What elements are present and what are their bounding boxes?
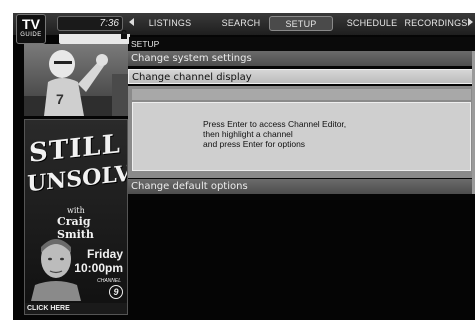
description-box: Press Enter to access Channel Editor, th… <box>132 102 471 171</box>
description-line: Press Enter to access Channel Editor, <box>203 119 347 129</box>
click-here-button[interactable]: CLICK HERE <box>25 303 127 314</box>
menu-item-change-default-options[interactable]: Change default options <box>128 179 475 194</box>
tab-schedule[interactable]: SCHEDULE <box>340 16 404 31</box>
live-video-preview[interactable]: 7 <box>24 44 128 116</box>
ad-air-time: 10:00pm <box>74 261 123 275</box>
ad-air-day: Friday <box>86 247 123 261</box>
description-panel: Press Enter to access Channel Editor, th… <box>128 86 475 178</box>
logo-text-guide: GUIDE <box>20 32 42 38</box>
menu-item-change-channel-display[interactable]: Change channel display <box>128 69 475 84</box>
svg-text:7: 7 <box>56 91 64 107</box>
tv-guide-screen: 7:36 LISTINGS SEARCH SETUP SCHEDULE RECO… <box>13 13 475 320</box>
tab-listings[interactable]: LISTINGS <box>137 16 203 31</box>
ad-channel-label: CHANNEL <box>97 278 121 284</box>
description-line: then highlight a channel <box>203 129 293 139</box>
ad-with-text: with <box>67 206 85 215</box>
description-line: and press Enter for options <box>203 139 306 149</box>
nav-left-arrow-icon[interactable] <box>129 18 134 26</box>
lock-icon <box>121 30 127 39</box>
tab-recordings[interactable]: RECORDINGS <box>404 16 468 31</box>
logo-text-tv: TV <box>22 16 40 32</box>
menu-item-change-system-settings[interactable]: Change system settings <box>128 51 475 66</box>
promo-ad-banner[interactable]: STILL UNSOLVED with Craig Smith Friday 1… <box>24 119 128 315</box>
page-title: SETUP <box>129 37 475 51</box>
description-header-strip <box>132 89 471 100</box>
ad-channel-number: 9 <box>109 285 123 299</box>
tv-guide-logo: TV GUIDE <box>16 14 46 44</box>
tab-setup[interactable]: SETUP <box>269 16 333 31</box>
tab-search[interactable]: SEARCH <box>213 16 269 31</box>
top-navigation-bar: 7:36 LISTINGS SEARCH SETUP SCHEDULE RECO… <box>13 13 475 35</box>
nav-right-arrow-icon[interactable] <box>468 18 473 26</box>
clock: 7:36 <box>99 18 119 29</box>
